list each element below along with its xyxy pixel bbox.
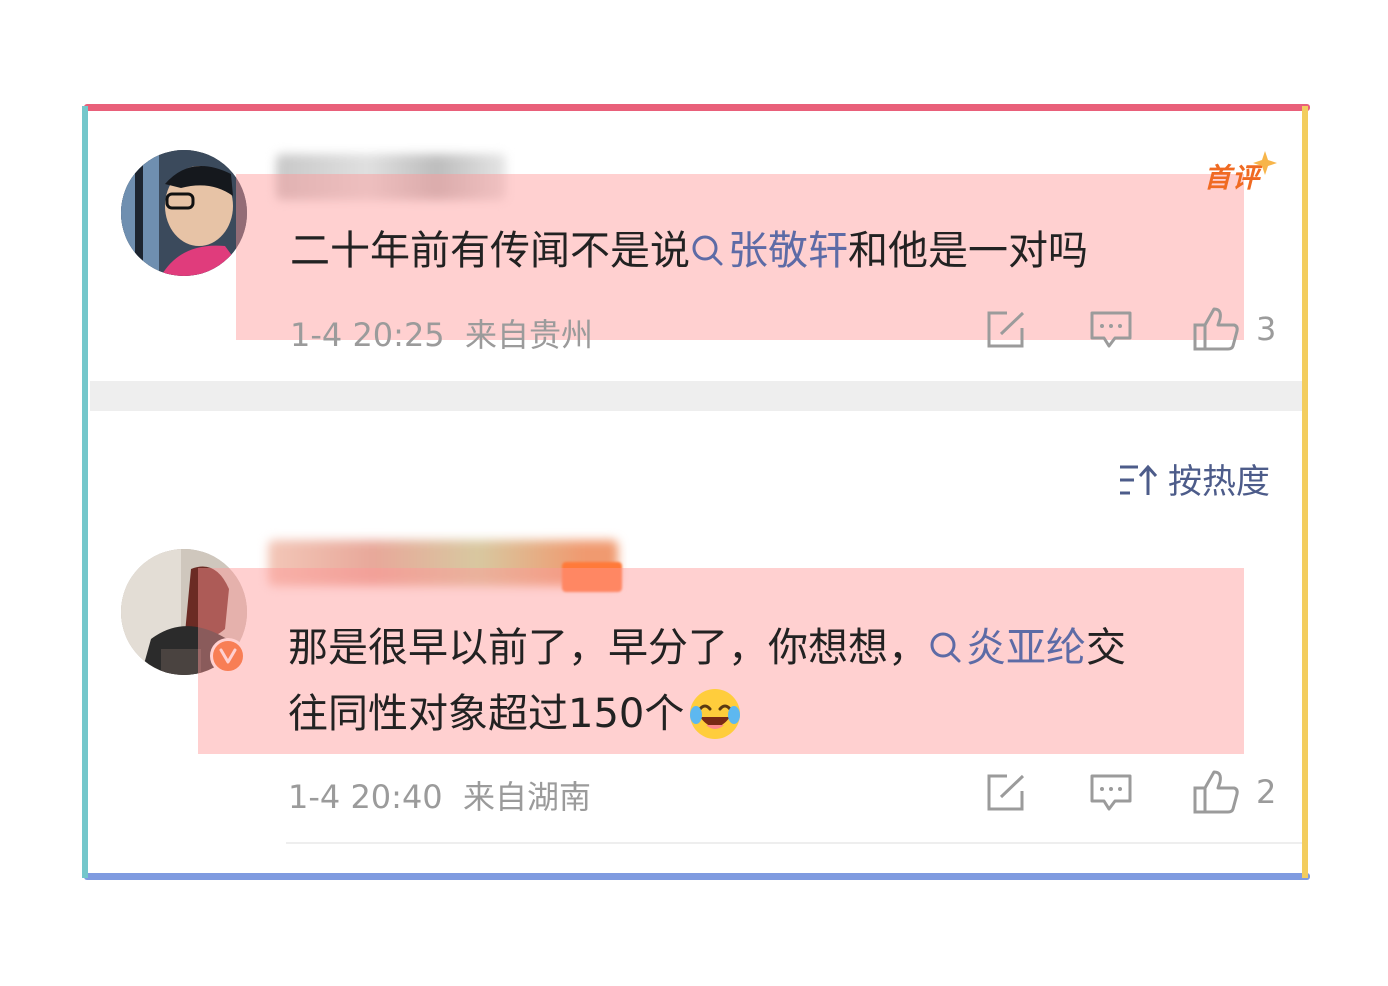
comment-meta: 1-4 20:25 来自贵州 <box>290 310 593 356</box>
reply-icon[interactable] <box>1089 310 1133 350</box>
sparkle-icon <box>1253 151 1277 175</box>
sort-icon <box>1120 464 1158 495</box>
comment-text-line: 那是很早以前了，早分了，你想想， 炎亚纶交 <box>288 615 1126 681</box>
frame-border-left <box>82 106 88 878</box>
location: 来自贵州 <box>465 316 594 354</box>
share-icon[interactable] <box>985 310 1027 350</box>
comment-meta: 1-4 20:40 来自湖南 <box>288 772 591 818</box>
share-icon[interactable] <box>985 773 1027 813</box>
comment-text-segment: 交 <box>1086 625 1126 671</box>
frame-border-top <box>84 104 1310 111</box>
frame-border-bottom <box>84 873 1310 880</box>
sort-label: 按热度 <box>1168 462 1270 502</box>
comment-text-segment: 往同性对象超过150个 <box>288 691 685 737</box>
timestamp: 1-4 20:25 <box>290 316 445 354</box>
like-count: 2 <box>1256 773 1277 811</box>
section-divider <box>90 381 1302 411</box>
like-icon[interactable] <box>1192 768 1240 814</box>
topic-label: 张敬轩 <box>728 228 848 274</box>
comment-text: 二十年前有传闻不是说 张敬轩和他是一对吗 <box>290 218 1088 284</box>
topic-label: 炎亚纶 <box>966 625 1086 671</box>
laughing-tears-emoji-icon <box>690 689 741 739</box>
comment-text-segment: 二十年前有传闻不是说 <box>290 228 690 274</box>
topic-link[interactable]: 张敬轩 <box>690 228 848 274</box>
like-count: 3 <box>1256 310 1277 348</box>
comment-text-segment: 那是很早以前了，早分了，你想想， <box>288 625 928 671</box>
frame-border-right <box>1302 106 1308 878</box>
location: 来自湖南 <box>463 778 592 816</box>
timestamp: 1-4 20:40 <box>288 778 443 816</box>
reply-icon[interactable] <box>1089 773 1133 813</box>
like-icon[interactable] <box>1192 305 1240 351</box>
sort-button[interactable]: 按热度 <box>1118 454 1270 503</box>
topic-link[interactable]: 炎亚纶 <box>928 625 1086 671</box>
search-icon <box>692 235 723 266</box>
comment-text-segment: 和他是一对吗 <box>848 228 1088 274</box>
comment-text-line: 往同性对象超过150个 <box>288 681 742 747</box>
separator-line <box>286 842 1302 844</box>
avatar[interactable] <box>121 150 247 276</box>
search-icon <box>930 632 961 663</box>
